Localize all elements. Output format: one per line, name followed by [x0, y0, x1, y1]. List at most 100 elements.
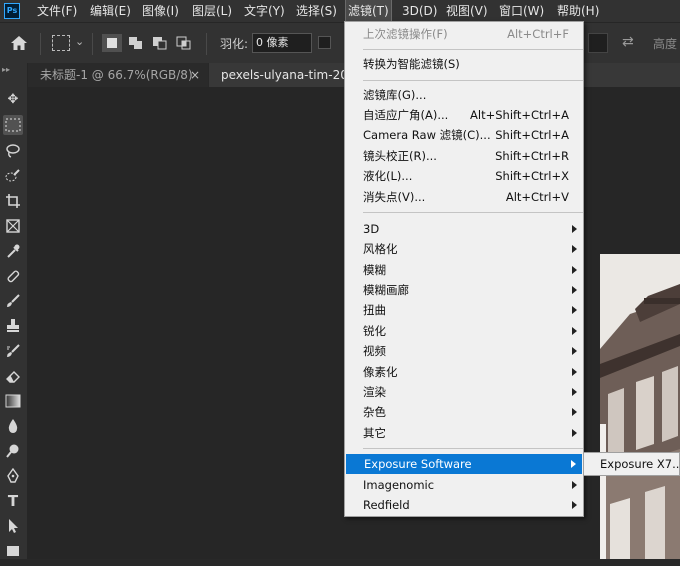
crop-tool-icon[interactable] — [3, 191, 23, 211]
swap-icon[interactable]: ⇄ — [622, 34, 634, 50]
add-selection-button[interactable] — [126, 34, 146, 52]
menu-item-adaptive-wide-angle[interactable]: 自适应广角(A)... Alt+Shift+Ctrl+A — [345, 105, 583, 125]
height-label: 高度 — [653, 37, 678, 51]
menu-item-exposure-x7[interactable]: Exposure X7... — [600, 453, 680, 475]
move-tool-icon[interactable]: ✥ — [3, 90, 23, 110]
close-icon[interactable]: × — [190, 63, 200, 87]
feather-label: 羽化: — [220, 37, 249, 51]
menu-item-3d[interactable]: 3D — [345, 219, 583, 239]
menu-item-stylize[interactable]: 风格化 — [345, 239, 583, 259]
eyedropper-tool-icon[interactable] — [3, 241, 23, 261]
home-icon[interactable] — [10, 35, 28, 51]
menu-divider — [363, 448, 583, 449]
menu-item-camera-raw-filter[interactable]: Camera Raw 滤镜(C)... Shift+Ctrl+A — [345, 125, 583, 145]
menu-item-vanishing-point[interactable]: 消失点(V)... Alt+Ctrl+V — [345, 187, 583, 207]
tab-title: 未标题-1 @ 66.7%(RGB/8) — [40, 68, 193, 82]
tool-preset-picker[interactable] — [52, 35, 70, 51]
submenu-arrow-icon — [572, 245, 577, 253]
menu-divider — [363, 49, 583, 50]
blur-tool-icon[interactable] — [3, 416, 23, 436]
rectangle-tool-icon[interactable] — [3, 541, 23, 561]
submenu-arrow-icon — [572, 481, 577, 489]
menu-edit[interactable]: 编辑(E) — [90, 0, 131, 22]
menu-item-exposure-software[interactable]: Exposure Software — [346, 454, 582, 474]
filter-menu: 上次滤镜操作(F) Alt+Ctrl+F 转换为智能滤镜(S) 滤镜库(G)..… — [344, 21, 584, 517]
chevron-down-icon[interactable]: ⌄ — [75, 35, 84, 48]
collapse-panel-icon[interactable]: ▸▸ — [2, 65, 10, 74]
menu-item-convert-smart-filter[interactable]: 转换为智能滤镜(S) — [345, 54, 583, 74]
building-photo — [600, 254, 680, 559]
menu-bar: Ps 文件(F) 编辑(E) 图像(I) 图层(L) 文字(Y) 选择(S) 滤… — [0, 0, 680, 23]
menu-image[interactable]: 图像(I) — [142, 0, 179, 22]
pen-tool-icon[interactable] — [3, 466, 23, 486]
new-selection-button[interactable] — [102, 34, 122, 52]
dodge-tool-icon[interactable] — [3, 441, 23, 461]
menu-item-imagenomic[interactable]: Imagenomic — [345, 475, 583, 495]
menu-file[interactable]: 文件(F) — [37, 0, 77, 22]
menu-item-last-filter[interactable]: 上次滤镜操作(F) Alt+Ctrl+F — [345, 24, 583, 44]
type-tool-icon[interactable]: T — [3, 491, 23, 511]
submenu-arrow-icon — [572, 225, 577, 233]
new-selection-icon — [107, 38, 117, 48]
submenu-arrow-icon — [572, 501, 577, 509]
marquee-tool-icon[interactable] — [3, 115, 23, 135]
menu-item-distort[interactable]: 扭曲 — [345, 300, 583, 320]
lasso-tool-icon[interactable] — [3, 141, 23, 161]
document-image — [600, 254, 680, 559]
menu-divider — [363, 212, 583, 213]
divider — [40, 33, 41, 55]
submenu-arrow-icon — [572, 408, 577, 416]
menu-item-filter-gallery[interactable]: 滤镜库(G)... — [345, 85, 583, 105]
menu-item-redfield[interactable]: Redfield — [345, 495, 583, 515]
width-input[interactable] — [588, 33, 608, 53]
tab-title: pexels-ulyana-tim-2041 — [221, 68, 364, 82]
anti-alias-checkbox[interactable] — [318, 36, 331, 49]
eraser-tool-icon[interactable] — [3, 366, 23, 386]
divider — [92, 33, 93, 55]
subtract-selection-button[interactable] — [150, 34, 170, 52]
healing-brush-tool-icon[interactable] — [3, 266, 23, 286]
brush-tool-icon[interactable] — [3, 291, 23, 311]
menu-view[interactable]: 视图(V) — [446, 0, 488, 22]
menu-item-sharpen[interactable]: 锐化 — [345, 321, 583, 341]
submenu-arrow-icon — [572, 286, 577, 294]
tab-untitled-1[interactable]: 未标题-1 @ 66.7%(RGB/8) × — [28, 63, 208, 87]
menu-filter[interactable]: 滤镜(T) — [345, 0, 392, 23]
frame-tool-icon[interactable] — [3, 216, 23, 236]
intersect-selection-icon — [176, 36, 191, 50]
submenu-arrow-icon — [572, 327, 577, 335]
submenu-arrow-icon — [572, 368, 577, 376]
menu-item-render[interactable]: 渲染 — [345, 382, 583, 402]
submenu-arrow-icon — [572, 266, 577, 274]
clone-stamp-tool-icon[interactable] — [3, 316, 23, 336]
submenu-arrow-icon — [572, 388, 577, 396]
path-select-tool-icon[interactable] — [3, 516, 23, 536]
divider — [206, 33, 207, 55]
subtract-selection-icon — [153, 37, 167, 50]
menu-item-blur-gallery[interactable]: 模糊画廊 — [345, 280, 583, 300]
photoshop-logo: Ps — [4, 3, 20, 19]
intersect-selection-button[interactable] — [174, 34, 194, 52]
submenu-arrow-icon — [572, 347, 577, 355]
exposure-software-submenu: Exposure X7... — [583, 452, 680, 476]
menu-item-pixelate[interactable]: 像素化 — [345, 362, 583, 382]
gradient-tool-icon[interactable] — [3, 391, 23, 411]
submenu-arrow-icon — [572, 429, 577, 437]
feather-input[interactable]: 0 像素 — [252, 33, 312, 53]
menu-help[interactable]: 帮助(H) — [557, 0, 599, 22]
menu-item-liquify[interactable]: 液化(L)... Shift+Ctrl+X — [345, 166, 583, 186]
quick-select-tool-icon[interactable] — [3, 166, 23, 186]
menu-3d[interactable]: 3D(D) — [402, 0, 437, 22]
menu-item-other[interactable]: 其它 — [345, 423, 583, 443]
menu-divider — [363, 80, 583, 81]
menu-type[interactable]: 文字(Y) — [244, 0, 285, 22]
menu-window[interactable]: 窗口(W) — [499, 0, 544, 22]
submenu-arrow-icon — [572, 306, 577, 314]
menu-item-blur[interactable]: 模糊 — [345, 260, 583, 280]
menu-layer[interactable]: 图层(L) — [192, 0, 232, 22]
history-brush-tool-icon[interactable] — [3, 341, 23, 361]
menu-item-lens-correction[interactable]: 镜头校正(R)... Shift+Ctrl+R — [345, 146, 583, 166]
menu-select[interactable]: 选择(S) — [296, 0, 337, 22]
menu-item-video[interactable]: 视频 — [345, 341, 583, 361]
menu-item-noise[interactable]: 杂色 — [345, 402, 583, 422]
